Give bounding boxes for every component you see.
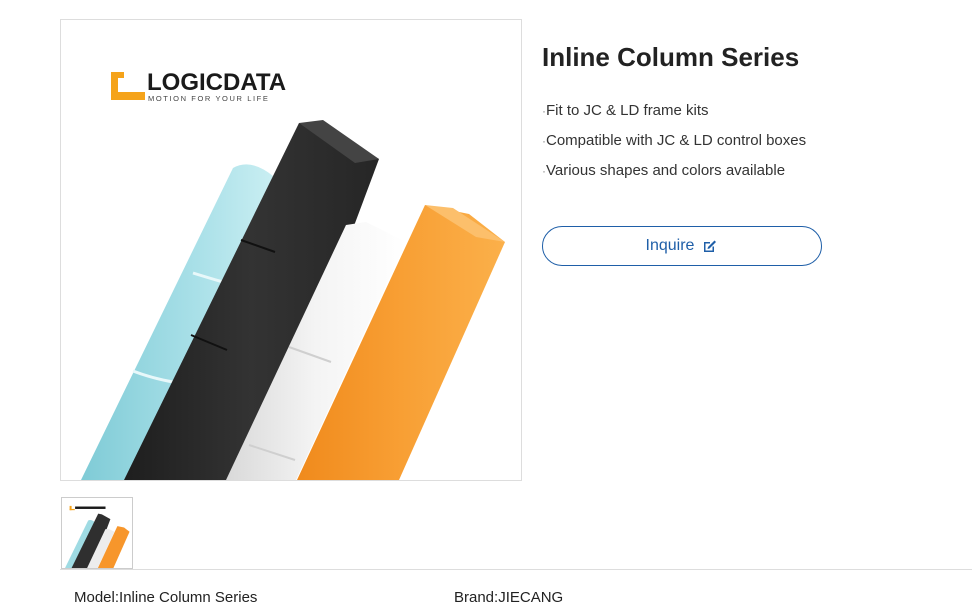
- feature-text: Compatible with JC & LD control boxes: [546, 132, 807, 149]
- logo-wordmark: LOGICDATA: [147, 69, 286, 96]
- logo-tagline: MOTION FOR YOUR LIFE: [148, 94, 269, 103]
- model-value: Inline Column Series: [119, 589, 258, 606]
- brand-label: Brand:: [454, 589, 499, 606]
- logicdata-logo: LOGICDATA MOTION FOR YOUR LIFE: [111, 69, 286, 103]
- brand-value: JIECANG: [498, 589, 564, 606]
- spec-brand: Brand:JIECANG: [454, 589, 563, 606]
- product-title: Inline Column Series: [542, 42, 800, 72]
- specs-divider: [60, 569, 972, 570]
- edit-icon: [702, 238, 718, 254]
- feature-text: Fit to JC & LD frame kits: [546, 102, 709, 119]
- product-illustration: LOGICDATA MOTION FOR YOUR LIFE: [81, 69, 505, 480]
- spec-model: Model:Inline Column Series: [74, 589, 257, 606]
- product-page: LOGICDATA MOTION FOR YOUR LIFE Inline Co…: [0, 0, 972, 615]
- inquire-button[interactable]: Inquire: [542, 226, 822, 266]
- product-thumbnail[interactable]: [61, 497, 133, 569]
- feature-text: Various shapes and colors available: [546, 162, 786, 179]
- inquire-label: Inquire: [645, 237, 695, 254]
- feature-list: ·Fit to JC & LD frame kits ·Compatible w…: [542, 101, 806, 191]
- feature-item: ·Various shapes and colors available: [542, 161, 806, 191]
- model-label: Model:: [74, 589, 120, 606]
- feature-item: ·Compatible with JC & LD control boxes: [542, 131, 806, 161]
- thumbnail-illustration: [65, 505, 130, 568]
- product-main-image[interactable]: LOGICDATA MOTION FOR YOUR LIFE: [60, 19, 522, 481]
- feature-item: ·Fit to JC & LD frame kits: [542, 101, 806, 131]
